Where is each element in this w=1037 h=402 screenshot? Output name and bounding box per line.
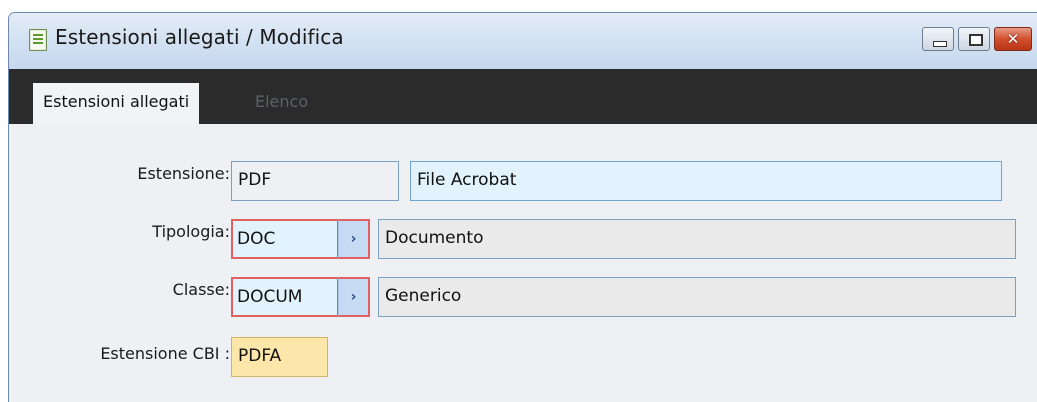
tipologia-code-field[interactable]: DOC: [231, 219, 339, 259]
window-controls: ✕: [922, 27, 1032, 51]
estensione-description-field[interactable]: File Acrobat: [410, 161, 1002, 201]
tipologia-zoom-button[interactable]: ›: [338, 219, 370, 259]
document-list-icon: [29, 29, 47, 51]
title-bar[interactable]: Estensioni allegati / Modifica ✕: [9, 13, 1037, 70]
estensione-label: Estensione:: [137, 164, 230, 183]
minimize-button[interactable]: [922, 27, 954, 51]
tab-estensioni-allegati[interactable]: Estensioni allegati: [33, 83, 200, 124]
classe-label: Classe:: [172, 280, 230, 299]
tipologia-description-field: Documento: [378, 219, 1016, 259]
form-panel: Estensione: PDF File Acrobat Tipologia: …: [9, 124, 1037, 402]
tab-bar: Estensioni allegati Elenco: [9, 69, 1037, 124]
minimize-icon: [933, 41, 947, 47]
estensione-cbi-field[interactable]: PDFA: [231, 337, 328, 377]
tab-elenco[interactable]: Elenco: [245, 83, 318, 124]
classe-zoom-button[interactable]: ›: [338, 277, 370, 317]
close-icon: ✕: [1006, 30, 1020, 48]
tipologia-label: Tipologia:: [152, 222, 230, 241]
app-window: Estensioni allegati / Modifica ✕ Estensi…: [8, 12, 1037, 402]
maximize-button[interactable]: [958, 27, 990, 51]
window-title: Estensioni allegati / Modifica: [55, 25, 344, 49]
estensione-field[interactable]: PDF: [231, 161, 399, 201]
classe-code-field[interactable]: DOCUM: [231, 277, 339, 317]
close-button[interactable]: ✕: [994, 27, 1032, 51]
maximize-icon: [969, 34, 983, 46]
estensione-cbi-label: Estensione CBI :: [100, 344, 230, 363]
classe-description-field: Generico: [378, 277, 1016, 317]
